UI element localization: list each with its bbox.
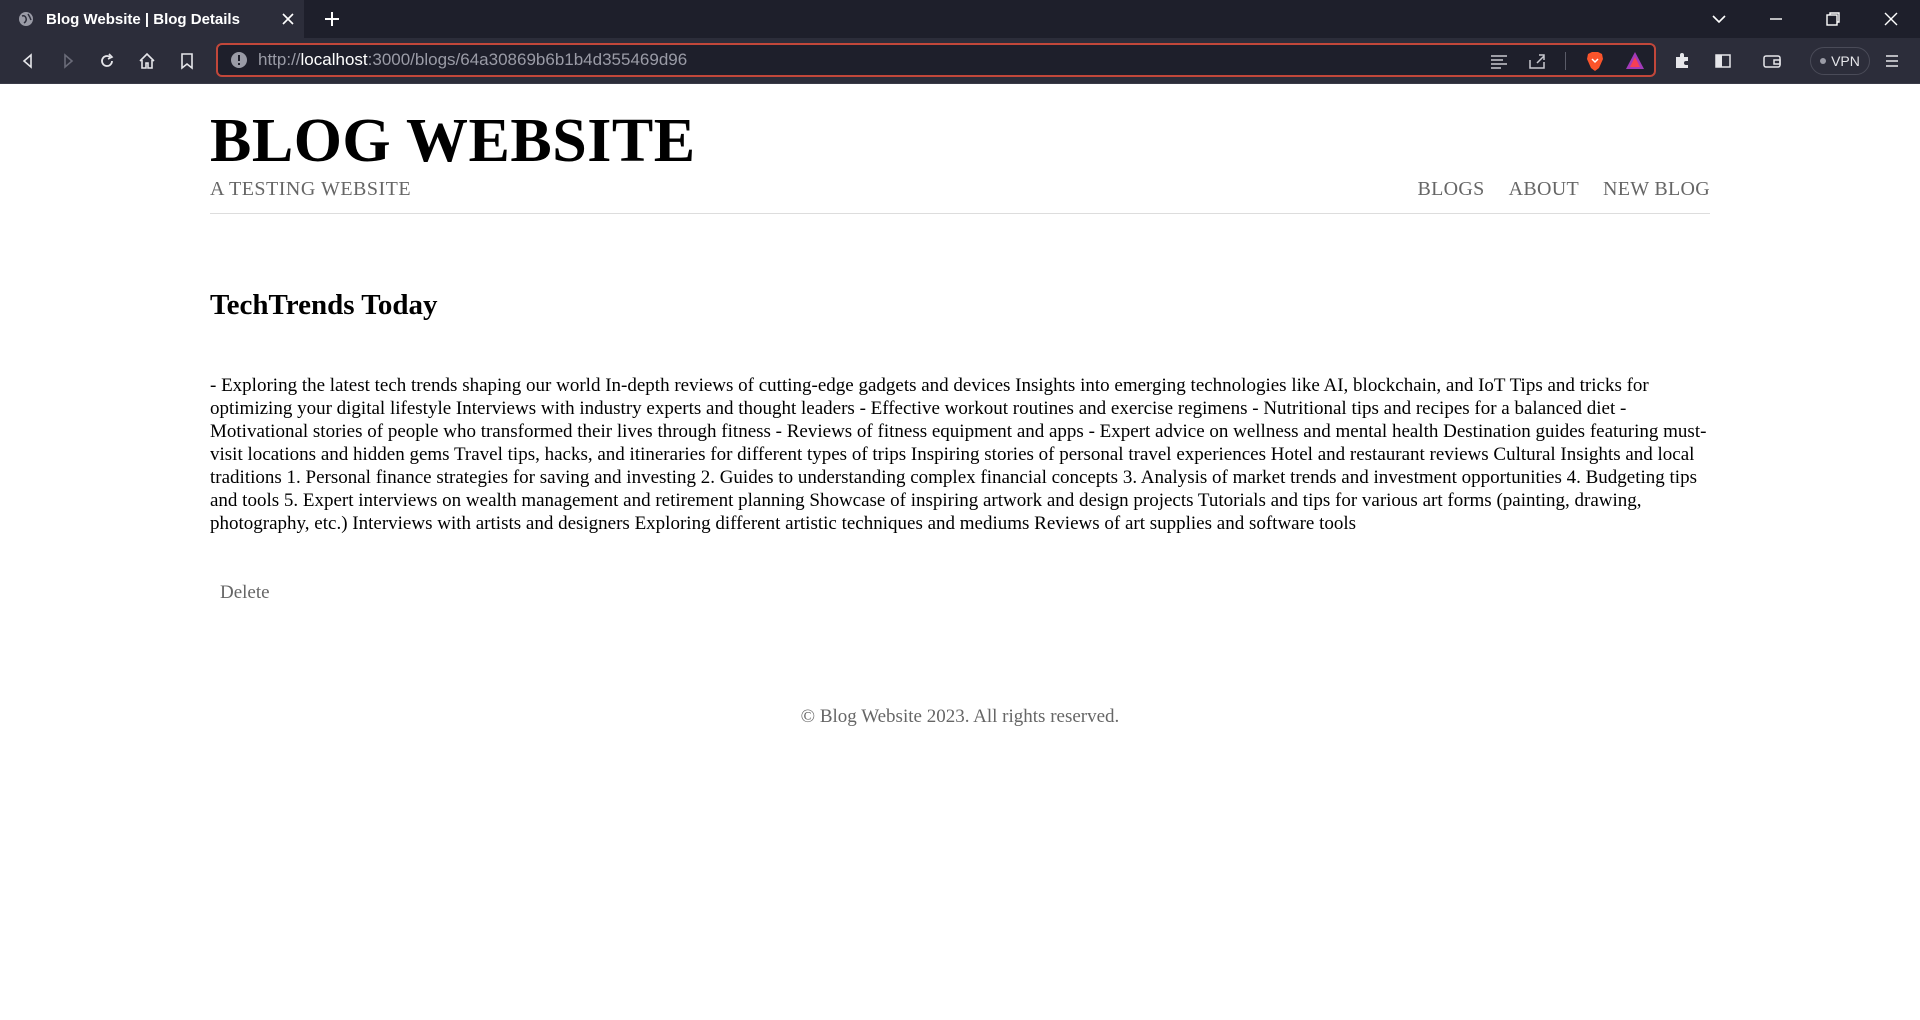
home-icon[interactable] bbox=[137, 51, 157, 71]
page-viewport: BLOG WEBSITE A TESTING WEBSITE BLOGS ABO… bbox=[0, 84, 1920, 1020]
brave-rewards-icon[interactable] bbox=[1624, 50, 1646, 72]
nav-link-about[interactable]: ABOUT bbox=[1509, 178, 1579, 201]
vpn-label: VPN bbox=[1831, 53, 1860, 69]
menu-icon[interactable] bbox=[1882, 51, 1902, 71]
browser-tab-active[interactable]: Blog Website | Blog Details bbox=[0, 0, 304, 38]
main-nav: BLOGS ABOUT NEW BLOG bbox=[1418, 178, 1711, 201]
new-tab-icon[interactable] bbox=[322, 9, 342, 29]
globe-icon bbox=[19, 12, 33, 26]
bookmark-icon[interactable] bbox=[177, 51, 197, 71]
close-window-icon[interactable] bbox=[1881, 9, 1901, 29]
back-icon[interactable] bbox=[18, 51, 38, 71]
reader-mode-icon[interactable] bbox=[1489, 51, 1509, 71]
tab-list-chevron-icon[interactable] bbox=[1709, 9, 1729, 29]
vpn-button[interactable]: VPN bbox=[1810, 47, 1870, 75]
site-footer: © Blog Website 2023. All rights reserved… bbox=[800, 706, 1120, 727]
wallet-icon[interactable] bbox=[1762, 51, 1782, 71]
share-icon[interactable] bbox=[1527, 51, 1547, 71]
reload-icon[interactable] bbox=[97, 51, 117, 71]
browser-toolbar: http://localhost:3000/blogs/64a30869b6b1… bbox=[0, 38, 1920, 84]
brave-shields-icon[interactable] bbox=[1584, 50, 1606, 72]
post-body: - Exploring the latest tech trends shapi… bbox=[210, 375, 1707, 534]
url-text[interactable]: http://localhost:3000/blogs/64a30869b6b1… bbox=[258, 50, 687, 70]
toolbar-separator bbox=[1565, 52, 1566, 70]
nav-link-blogs[interactable]: BLOGS bbox=[1418, 178, 1485, 201]
sidebar-icon[interactable] bbox=[1713, 51, 1733, 71]
delete-button[interactable]: Delete bbox=[220, 582, 270, 604]
nav-link-new-blog[interactable]: NEW BLOG bbox=[1603, 178, 1710, 201]
minimize-icon[interactable] bbox=[1766, 9, 1786, 29]
extensions-icon[interactable] bbox=[1672, 51, 1692, 71]
forward-icon[interactable] bbox=[58, 51, 78, 71]
vpn-status-dot bbox=[1820, 58, 1827, 64]
url-bar-actions bbox=[1489, 50, 1646, 72]
site-header: BLOG WEBSITE A TESTING WEBSITE BLOGS ABO… bbox=[210, 104, 1710, 214]
site-title: BLOG WEBSITE bbox=[210, 107, 696, 175]
restore-icon[interactable] bbox=[1823, 9, 1843, 29]
site-tagline: A TESTING WEBSITE bbox=[210, 178, 412, 200]
site-info-icon[interactable] bbox=[230, 51, 248, 69]
tab-title: Blog Website | Blog Details bbox=[46, 10, 240, 28]
close-tab-icon[interactable] bbox=[280, 11, 296, 27]
browser-tab-bar: Blog Website | Blog Details bbox=[0, 0, 1920, 38]
address-bar[interactable]: http://localhost:3000/blogs/64a30869b6b1… bbox=[216, 43, 1656, 77]
post-title: TechTrends Today bbox=[210, 289, 438, 321]
